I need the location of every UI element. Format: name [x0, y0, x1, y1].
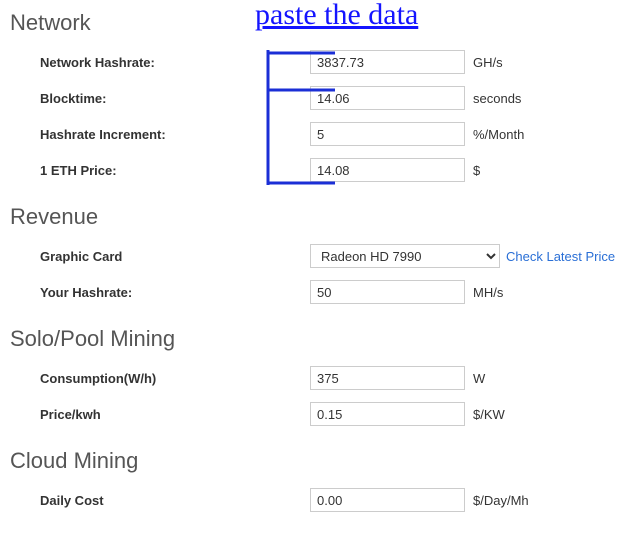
unit-blocktime: seconds [465, 91, 521, 106]
input-daily-cost[interactable] [310, 488, 465, 512]
link-check-latest-price[interactable]: Check Latest Price [500, 249, 615, 264]
unit-hashrate-increment: %/Month [465, 127, 524, 142]
unit-network-hashrate: GH/s [465, 55, 503, 70]
unit-eth-price: $ [465, 163, 480, 178]
label-blocktime: Blocktime: [0, 91, 310, 106]
input-consumption[interactable] [310, 366, 465, 390]
heading-solo-pool: Solo/Pool Mining [0, 310, 639, 360]
label-graphic-card: Graphic Card [0, 249, 310, 264]
input-network-hashrate[interactable] [310, 50, 465, 74]
label-price-kwh: Price/kwh [0, 407, 310, 422]
input-your-hashrate[interactable] [310, 280, 465, 304]
input-blocktime[interactable] [310, 86, 465, 110]
label-hashrate-increment: Hashrate Increment: [0, 127, 310, 142]
select-graphic-card[interactable]: Radeon HD 7990 [310, 244, 500, 268]
label-consumption: Consumption(W/h) [0, 371, 310, 386]
unit-daily-cost: $/Day/Mh [465, 493, 529, 508]
input-price-kwh[interactable] [310, 402, 465, 426]
input-hashrate-increment[interactable] [310, 122, 465, 146]
unit-consumption: W [465, 371, 485, 386]
heading-revenue: Revenue [0, 188, 639, 238]
label-network-hashrate: Network Hashrate: [0, 55, 310, 70]
label-your-hashrate: Your Hashrate: [0, 285, 310, 300]
unit-price-kwh: $/KW [465, 407, 505, 422]
heading-cloud: Cloud Mining [0, 432, 639, 482]
label-daily-cost: Daily Cost [0, 493, 310, 508]
annotation-paste-the-data: paste the data [255, 0, 418, 32]
input-eth-price[interactable] [310, 158, 465, 182]
label-eth-price: 1 ETH Price: [0, 163, 310, 178]
unit-your-hashrate: MH/s [465, 285, 503, 300]
